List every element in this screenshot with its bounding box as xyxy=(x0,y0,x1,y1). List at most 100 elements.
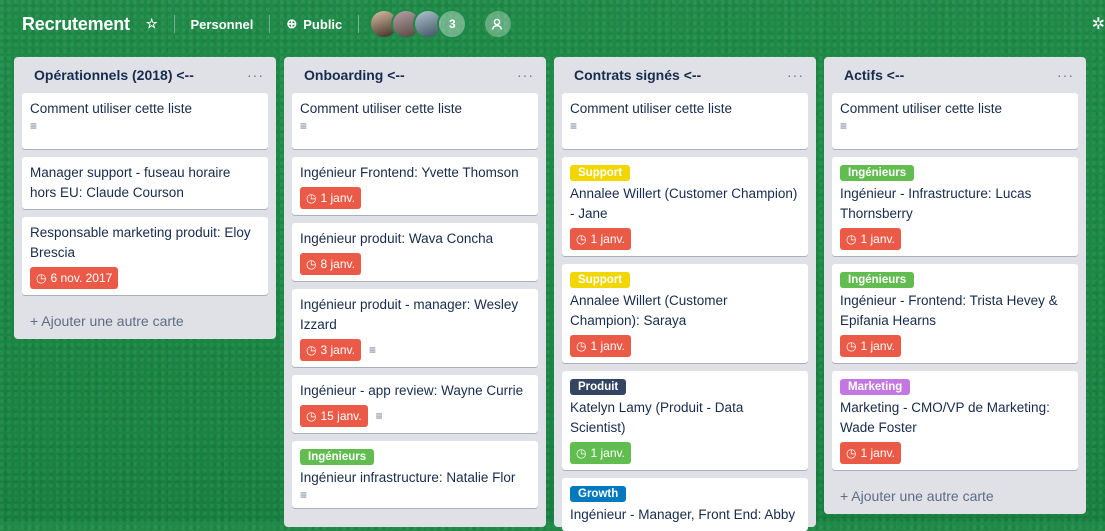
clock-icon: ◷ xyxy=(846,232,857,246)
member-avatars[interactable]: 3 xyxy=(369,9,468,39)
card[interactable]: Ingénieur - app review: Wayne Currie ◷ 1… xyxy=(292,375,538,433)
due-date: 1 janv. xyxy=(860,339,895,353)
clock-icon: ◷ xyxy=(306,257,317,271)
list-header[interactable]: Onboarding <-- ··· xyxy=(292,57,538,93)
card[interactable]: Responsable marketing produit: Eloy Bres… xyxy=(22,217,268,295)
card-title: Comment utiliser cette liste xyxy=(840,101,1003,116)
clock-icon: ◷ xyxy=(846,446,857,460)
card[interactable]: Comment utiliser cette liste ≡ xyxy=(832,93,1078,149)
clock-icon: ◷ xyxy=(306,409,317,423)
card[interactable]: Support Annalee Willert (Customer Champi… xyxy=(562,264,808,363)
card[interactable]: Ingénieurs Ingénieur - Frontend: Trista … xyxy=(832,264,1078,363)
due-date-badge[interactable]: ◷ 15 janv. xyxy=(300,405,368,427)
clock-icon: ◷ xyxy=(306,343,317,357)
card-title: Annalee Willert (Customer Champion) - Ja… xyxy=(570,186,798,221)
card-title: Comment utiliser cette liste xyxy=(570,101,733,116)
add-card-button[interactable]: + Ajouter une autre carte xyxy=(22,303,268,339)
list-title[interactable]: Opérationnels (2018) <-- xyxy=(34,67,194,83)
card[interactable]: Support Annalee Willert (Customer Champi… xyxy=(562,157,808,256)
list-header[interactable]: Opérationnels (2018) <-- ··· xyxy=(22,57,268,93)
invite-member-button[interactable] xyxy=(485,11,512,37)
description-icon: ≡ xyxy=(570,119,578,133)
card[interactable]: Produit Katelyn Lamy (Produit - Data Sci… xyxy=(562,371,808,470)
description-icon: ≡ xyxy=(30,119,38,133)
description-icon: ≡ xyxy=(300,488,308,502)
visibility-button[interactable]: ⊕ Public xyxy=(280,9,348,39)
card[interactable]: Comment utiliser cette liste ≡ xyxy=(22,93,268,149)
board-title[interactable]: Recrutement xyxy=(22,14,130,35)
card-title: Ingénieur produit: Wava Concha xyxy=(300,231,494,246)
list-operationnels: Opérationnels (2018) <-- ··· Comment uti… xyxy=(14,57,276,339)
card-label: Ingénieurs xyxy=(840,272,915,288)
header-divider xyxy=(358,15,360,33)
due-date-badge[interactable]: ◷ 1 janv. xyxy=(570,228,631,250)
due-date-badge[interactable]: ◷ 1 janv. xyxy=(300,187,361,209)
card-title: Comment utiliser cette liste xyxy=(300,101,463,116)
clock-icon: ◷ xyxy=(576,446,587,460)
card[interactable]: Comment utiliser cette liste ≡ xyxy=(562,93,808,149)
clock-icon: ◷ xyxy=(36,271,47,285)
card-title: Ingénieur - Manager, Front End: Abby xyxy=(570,507,796,522)
card[interactable]: Comment utiliser cette liste ≡ xyxy=(292,93,538,149)
list-title[interactable]: Onboarding <-- xyxy=(304,67,405,83)
due-date: 6 nov. 2017 xyxy=(50,271,113,285)
card[interactable]: Ingénieurs Ingénieur infrastructure: Nat… xyxy=(292,441,538,508)
card-label: Support xyxy=(570,272,631,288)
due-date-badge[interactable]: ◷ 6 nov. 2017 xyxy=(30,267,119,289)
member-count[interactable]: 3 xyxy=(437,9,468,39)
add-card-button[interactable]: + Ajouter une autre carte xyxy=(832,478,1078,514)
list-contrats-signes: Contrats signés <-- ··· Comment utiliser… xyxy=(554,57,816,531)
due-date: 3 janv. xyxy=(320,343,355,357)
card-label: Ingénieurs xyxy=(840,165,915,181)
due-date-badge[interactable]: ◷ 3 janv. xyxy=(300,339,361,361)
card-title: Ingénieur Frontend: Yvette Thomson xyxy=(300,165,519,180)
card[interactable]: Growth Ingénieur - Manager, Front End: A… xyxy=(562,478,808,531)
list-title[interactable]: Actifs <-- xyxy=(844,67,904,83)
card[interactable]: Ingénieurs Ingénieur - Infrastructure: L… xyxy=(832,157,1078,256)
due-date-badge[interactable]: ◷ 1 janv. xyxy=(570,442,631,464)
globe-icon: ⊕ xyxy=(286,16,298,31)
list-header[interactable]: Contrats signés <-- ··· xyxy=(562,57,808,93)
card[interactable]: Manager support - fuseau horaire hors EU… xyxy=(22,157,268,209)
list-onboarding: Onboarding <-- ··· Comment utiliser cett… xyxy=(284,57,546,527)
card-label: Marketing xyxy=(840,379,911,395)
star-button[interactable]: ☆ xyxy=(140,9,164,39)
card-label: Growth xyxy=(570,486,627,502)
clock-icon: ◷ xyxy=(846,339,857,353)
card-label: Support xyxy=(570,165,631,181)
card-title: Manager support - fuseau horaire hors EU… xyxy=(30,165,231,200)
card[interactable]: Ingénieur Frontend: Yvette Thomson ◷ 1 j… xyxy=(292,157,538,215)
board-header: Recrutement ☆ Personnel ⊕ Public 3 ✲ xyxy=(0,0,1105,48)
due-date: 1 janv. xyxy=(860,446,895,460)
card-label: Produit xyxy=(570,379,627,395)
list-title[interactable]: Contrats signés <-- xyxy=(574,67,701,83)
card-title: Ingénieur - Infrastructure: Lucas Thorns… xyxy=(840,186,1032,221)
card[interactable]: Ingénieur produit: Wava Concha ◷ 8 janv. xyxy=(292,223,538,281)
due-date-badge[interactable]: ◷ 1 janv. xyxy=(570,335,631,357)
due-date: 15 janv. xyxy=(320,409,362,423)
description-icon: ≡ xyxy=(368,343,376,357)
add-user-icon xyxy=(492,18,503,30)
card[interactable]: Ingénieur produit - manager: Wesley Izza… xyxy=(292,289,538,367)
description-icon: ≡ xyxy=(840,119,848,133)
gear-icon[interactable]: ✲ xyxy=(1092,14,1105,34)
due-date-badge[interactable]: ◷ 1 janv. xyxy=(840,442,901,464)
due-date: 1 janv. xyxy=(590,446,625,460)
star-icon: ☆ xyxy=(145,16,158,31)
card[interactable]: Marketing Marketing - CMO/VP de Marketin… xyxy=(832,371,1078,470)
team-button[interactable]: Personnel xyxy=(185,9,260,39)
due-date-badge[interactable]: ◷ 1 janv. xyxy=(840,228,901,250)
card-label: Ingénieurs xyxy=(300,449,375,465)
list-menu-icon[interactable]: ··· xyxy=(517,67,534,83)
due-date-badge[interactable]: ◷ 8 janv. xyxy=(300,253,361,275)
list-menu-icon[interactable]: ··· xyxy=(787,67,804,83)
due-date: 1 janv. xyxy=(320,191,355,205)
card-title: Responsable marketing produit: Eloy Bres… xyxy=(30,225,251,260)
due-date: 1 janv. xyxy=(860,232,895,246)
list-menu-icon[interactable]: ··· xyxy=(1057,67,1074,83)
list-header[interactable]: Actifs <-- ··· xyxy=(832,57,1078,93)
due-date-badge[interactable]: ◷ 1 janv. xyxy=(840,335,901,357)
list-menu-icon[interactable]: ··· xyxy=(247,67,264,83)
clock-icon: ◷ xyxy=(576,339,587,353)
card-title: Katelyn Lamy (Produit - Data Scientist) xyxy=(570,400,744,435)
